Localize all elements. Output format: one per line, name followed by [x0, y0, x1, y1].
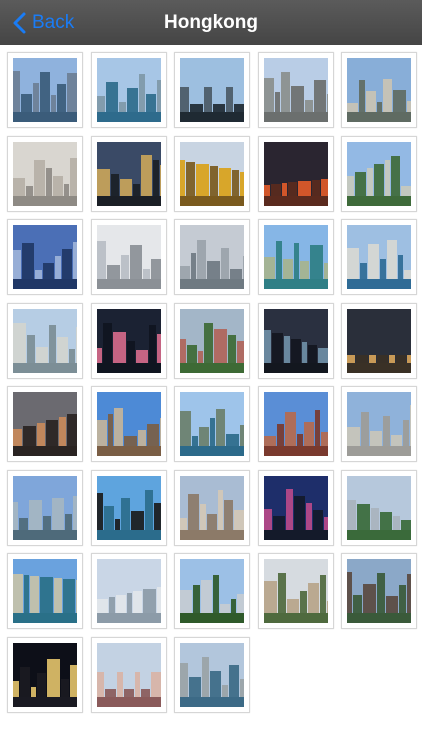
- harbour-photo-icon: [180, 225, 244, 289]
- photo-thumbnail[interactable]: [7, 302, 83, 379]
- back-button[interactable]: Back: [10, 0, 74, 45]
- golden-bauhinia-photo-icon: [180, 141, 244, 206]
- photo-thumbnail[interactable]: [341, 52, 417, 128]
- photo-thumbnail[interactable]: [7, 636, 83, 713]
- ferry-photo-icon: [347, 225, 411, 289]
- photo-thumbnail[interactable]: [90, 553, 167, 629]
- tower-photo-icon: [180, 58, 244, 122]
- photo-thumbnail[interactable]: [257, 469, 334, 546]
- skyline-photo-icon: [263, 559, 328, 623]
- chevron-left-icon: [13, 12, 26, 33]
- skyline-photo-icon: [347, 58, 411, 122]
- night-city-photo-icon: [96, 308, 161, 373]
- statue-photo-icon: [96, 475, 161, 540]
- photo-thumbnail[interactable]: [90, 386, 167, 462]
- photo-thumbnail[interactable]: [174, 135, 250, 212]
- photo-thumbnail[interactable]: [341, 219, 417, 295]
- photo-thumbnail[interactable]: [257, 135, 334, 212]
- photo-thumbnail[interactable]: [341, 386, 417, 462]
- photo-thumbnail[interactable]: [174, 469, 250, 546]
- photo-thumbnail[interactable]: [174, 553, 250, 629]
- photo-thumbnail[interactable]: [174, 52, 250, 128]
- photo-thumbnail[interactable]: [90, 135, 167, 212]
- photo-thumbnail[interactable]: [341, 135, 417, 212]
- back-button-label: Back: [32, 11, 75, 33]
- night-city-photo-icon: [13, 642, 77, 707]
- photo-thumbnail[interactable]: [90, 469, 167, 546]
- harbour-photo-icon: [180, 392, 244, 456]
- night-street-photo-icon: [263, 141, 328, 206]
- harbour-photo-icon: [96, 58, 161, 122]
- skyline-photo-icon: [13, 58, 77, 122]
- photo-thumbnail[interactable]: [7, 52, 83, 128]
- photo-thumbnail[interactable]: [257, 386, 334, 462]
- tower-photo-icon: [13, 225, 77, 289]
- photo-thumbnail[interactable]: [174, 636, 250, 713]
- monument-photo-icon: [347, 392, 411, 456]
- photo-thumbnail[interactable]: [257, 52, 334, 128]
- harbour-photo-icon: [13, 559, 77, 623]
- skyline-photo-icon: [13, 308, 77, 373]
- photo-thumbnail[interactable]: [341, 302, 417, 379]
- residential-photo-icon: [96, 642, 161, 707]
- photo-thumbnail[interactable]: [7, 135, 83, 212]
- page-title: Hongkong: [164, 11, 258, 33]
- night-city-photo-icon: [263, 475, 328, 540]
- photo-thumbnail[interactable]: [174, 386, 250, 462]
- night-city-photo-icon: [13, 392, 77, 456]
- photo-thumbnail[interactable]: [341, 553, 417, 629]
- photo-thumbnail[interactable]: [257, 219, 334, 295]
- photo-thumbnail[interactable]: [257, 302, 334, 379]
- palm-tower-photo-icon: [180, 559, 244, 623]
- building-photo-icon: [180, 475, 244, 540]
- photo-thumbnail[interactable]: [7, 219, 83, 295]
- photo-thumbnail[interactable]: [90, 636, 167, 713]
- navigation-bar: Back Hongkong: [0, 0, 422, 45]
- building-photo-icon: [96, 225, 161, 289]
- building-photo-icon: [263, 58, 328, 122]
- tower-photo-icon: [263, 392, 328, 456]
- residential-photo-icon: [180, 308, 244, 373]
- residential-photo-icon: [347, 141, 411, 206]
- photo-thumbnail[interactable]: [174, 302, 250, 379]
- waterfront-photo-icon: [263, 225, 328, 289]
- tower-photo-icon: [96, 559, 161, 623]
- tower-photo-icon: [13, 141, 77, 206]
- photo-thumbnail[interactable]: [90, 219, 167, 295]
- photo-thumbnail[interactable]: [7, 553, 83, 629]
- photo-thumbnail[interactable]: [174, 219, 250, 295]
- photo-thumbnail[interactable]: [341, 469, 417, 546]
- photo-thumbnail[interactable]: [90, 52, 167, 128]
- clock-tower-photo-icon: [347, 308, 411, 373]
- photo-thumbnail[interactable]: [90, 302, 167, 379]
- photo-thumbnail[interactable]: [7, 386, 83, 462]
- harbour-photo-icon: [180, 642, 244, 707]
- photo-thumbnail[interactable]: [7, 469, 83, 546]
- tower-photo-icon: [13, 475, 77, 540]
- night-city-photo-icon: [96, 141, 161, 206]
- hotel-photo-icon: [96, 392, 161, 456]
- night-city-photo-icon: [263, 308, 328, 373]
- tower-photo-icon: [347, 475, 411, 540]
- building-photo-icon: [347, 559, 411, 623]
- photo-thumbnail[interactable]: [257, 553, 334, 629]
- photo-grid: [7, 52, 419, 713]
